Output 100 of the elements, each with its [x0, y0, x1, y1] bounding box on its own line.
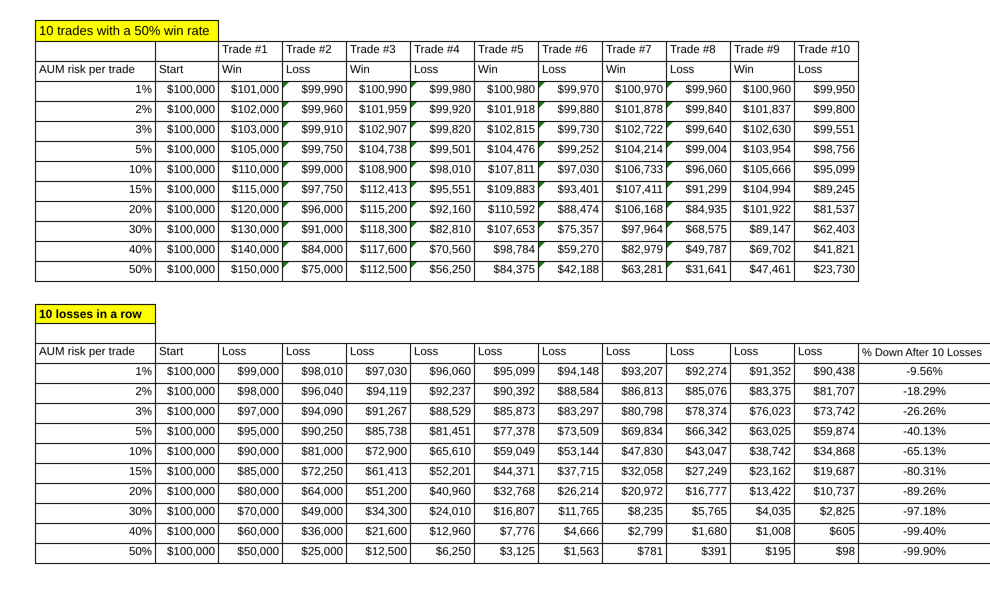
table-cell: $90,392	[474, 383, 538, 403]
table-cell: $95,099	[474, 363, 538, 383]
table-cell: $82,810	[410, 221, 475, 241]
error-flag-icon	[540, 102, 546, 108]
column-header: Win	[474, 61, 539, 81]
error-flag-icon	[412, 182, 418, 188]
row-header: 5%	[36, 141, 156, 161]
table-cell: $3,125	[474, 543, 538, 563]
table-cell: $104,994	[730, 181, 795, 201]
table-cell: $13,422	[730, 483, 794, 503]
table-cell: $150,000	[218, 261, 283, 281]
table-cell: $92,160	[410, 201, 475, 221]
table-cell: $99,960	[666, 81, 731, 101]
table-cell: $84,375	[474, 261, 539, 281]
error-flag-icon	[668, 202, 674, 208]
error-flag-icon	[540, 202, 546, 208]
row-header: 3%	[36, 403, 156, 423]
table-cell: $100,000	[156, 363, 218, 383]
table-cell: $44,371	[474, 463, 538, 483]
row-header: 3%	[36, 121, 156, 141]
table-cell: $104,214	[602, 141, 667, 161]
error-flag-icon	[668, 262, 674, 268]
table-cell: $107,811	[474, 161, 539, 181]
table-cell: $75,000	[282, 261, 347, 281]
table-cell: $66,342	[666, 423, 730, 443]
table-cell: $85,738	[346, 423, 410, 443]
table-cell: $86,813	[602, 383, 666, 403]
table-cell: $93,207	[602, 363, 666, 383]
table-cell: $100,000	[156, 241, 219, 261]
table-cell: $47,830	[602, 443, 666, 463]
table-cell: $89,147	[730, 221, 795, 241]
error-flag-icon	[668, 162, 674, 168]
table-cell: $99,501	[410, 141, 475, 161]
column-header: Trade #6	[538, 41, 603, 61]
error-flag-icon	[668, 182, 674, 188]
column-header: Trade #2	[282, 41, 347, 61]
table-cell: $23,162	[730, 463, 794, 483]
column-header: Trade #7	[602, 41, 667, 61]
table-cell: $85,873	[474, 403, 538, 423]
table-cell: $101,000	[218, 81, 283, 101]
table-cell: $100,000	[156, 161, 219, 181]
table-cell: $93,401	[538, 181, 603, 201]
table-cell: $56,250	[410, 261, 475, 281]
column-header: Loss	[602, 343, 666, 363]
row-header: 15%	[36, 463, 156, 483]
table-cell: $65,610	[410, 443, 474, 463]
table-cell: $117,600	[346, 241, 411, 261]
column-header: Loss	[730, 343, 794, 363]
row-header: 10%	[36, 161, 156, 181]
table-cell: $100,000	[156, 423, 218, 443]
error-flag-icon	[412, 202, 418, 208]
table-cell: $96,040	[282, 383, 346, 403]
table-cell: $99,880	[538, 101, 603, 121]
table-cell: $100,000	[156, 483, 218, 503]
table-cell: $104,476	[474, 141, 539, 161]
column-header: Start	[156, 343, 218, 363]
column-header: Trade #3	[346, 41, 411, 61]
table-cell: $4,666	[538, 523, 602, 543]
table-cell: $97,000	[218, 403, 282, 423]
table-cell: $34,300	[346, 503, 410, 523]
table-cell: $78,374	[666, 403, 730, 423]
table-cell: $99,252	[538, 141, 603, 161]
table-cell: $89,245	[794, 181, 859, 201]
table-cell: $107,653	[474, 221, 539, 241]
row-header: 1%	[36, 363, 156, 383]
table-cell: $60,000	[218, 523, 282, 543]
error-flag-icon	[540, 262, 546, 268]
table-cell: $100,000	[156, 181, 219, 201]
table-cell: $27,249	[666, 463, 730, 483]
table-cell: $99,950	[794, 81, 859, 101]
table-cell: $88,529	[410, 403, 474, 423]
error-flag-icon	[284, 162, 290, 168]
table-cell: $50,000	[218, 543, 282, 563]
table-cell: $109,883	[474, 181, 539, 201]
table-cell: $605	[794, 523, 858, 543]
row-header: 2%	[36, 383, 156, 403]
table-cell: $7,776	[474, 523, 538, 543]
error-flag-icon	[284, 182, 290, 188]
table-cell: $81,537	[794, 201, 859, 221]
table-cell: $391	[666, 543, 730, 563]
table-cell: $98,784	[474, 241, 539, 261]
table-cell: $104,738	[346, 141, 411, 161]
table-cell: $36,000	[282, 523, 346, 543]
table-cell: $21,600	[346, 523, 410, 543]
error-flag-icon	[668, 102, 674, 108]
table-cell: $100,960	[730, 81, 795, 101]
table-cell: $20,972	[602, 483, 666, 503]
row-header: 5%	[36, 423, 156, 443]
table-cell: $82,979	[602, 241, 667, 261]
table-cell: $19,687	[794, 463, 858, 483]
row-header: 50%	[36, 543, 156, 563]
column-header: Loss	[474, 343, 538, 363]
table-cell: $103,000	[218, 121, 283, 141]
table-cell: $91,267	[346, 403, 410, 423]
table-cell: $102,722	[602, 121, 667, 141]
table-cell: $37,715	[538, 463, 602, 483]
table-cell: $102,907	[346, 121, 411, 141]
table-cell: $100,000	[156, 443, 218, 463]
table-cell: $11,765	[538, 503, 602, 523]
table-cell: $76,023	[730, 403, 794, 423]
